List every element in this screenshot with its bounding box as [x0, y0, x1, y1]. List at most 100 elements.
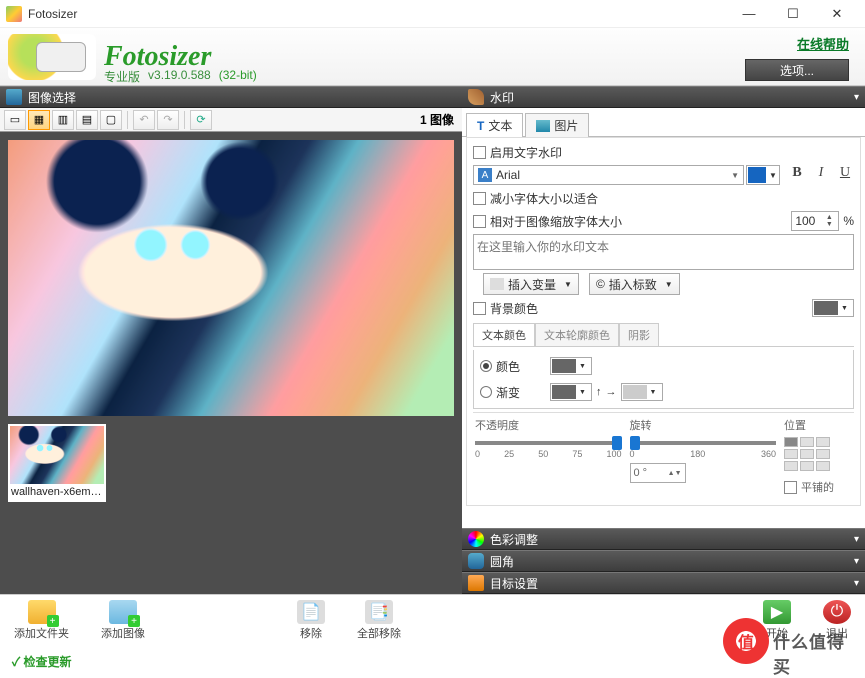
image-select-label: 图像选择 — [28, 89, 76, 106]
round-corner-header[interactable]: 圆角 ▾ — [462, 550, 865, 572]
add-folder-button[interactable]: 添加文件夹 — [14, 600, 69, 641]
gradient-radio[interactable] — [480, 386, 492, 398]
chevron-down-icon: ▾ — [854, 556, 859, 567]
position-group: 位置 平铺的 — [784, 417, 852, 497]
right-panel: 水印 ▾ T 文本 图片 启用文字水印 — [462, 86, 865, 594]
percent-label: % — [843, 214, 854, 228]
view-toolbar: ▭ ▦ ▥ ▤ ▢ ↶ ↷ ⟳ 1 图像 — [0, 108, 462, 132]
refresh-button[interactable]: ⟳ — [190, 110, 212, 130]
images-icon — [6, 89, 22, 105]
enable-text-watermark-checkbox[interactable] — [473, 146, 486, 159]
gradient-color1-picker[interactable]: ▼ — [550, 383, 592, 401]
opacity-group: 不透明度 0 25 50 75 100 — [475, 417, 622, 497]
scale-font-checkbox[interactable] — [473, 215, 486, 228]
close-button[interactable]: ✕ — [815, 0, 859, 28]
color-radio[interactable] — [480, 360, 492, 372]
view-thumb-button[interactable]: ▦ — [28, 110, 50, 130]
font-select[interactable]: A Arial ▼ — [473, 165, 744, 185]
start-button[interactable]: ▶ 开始 — [763, 600, 791, 641]
watermark-header[interactable]: 水印 ▾ — [462, 86, 865, 108]
copyright-icon: © — [596, 277, 605, 291]
image-select-header[interactable]: 图像选择 — [0, 86, 462, 108]
target-settings-header[interactable]: 目标设置 ▾ — [462, 572, 865, 594]
version-label: v3.19.0.588 — [148, 68, 211, 85]
insert-tag-button[interactable]: © 插入标致▼ — [589, 273, 680, 295]
tile-label: 平铺的 — [801, 479, 834, 495]
font-a-icon: A — [478, 168, 492, 182]
thumbnail-item[interactable]: wallhaven-x6em53.png — [8, 424, 106, 502]
remove-all-icon: 📑 — [365, 600, 393, 624]
folder-plus-icon — [28, 600, 56, 624]
bg-color-label: 背景颜色 — [490, 300, 808, 317]
arrow-up-icon: ↑ — [596, 386, 602, 398]
inner-tab-text-color[interactable]: 文本颜色 — [473, 323, 535, 346]
tile-checkbox[interactable] — [784, 481, 797, 494]
app-icon — [6, 6, 22, 22]
remove-button[interactable]: 📄 移除 — [297, 600, 325, 641]
maximize-button[interactable]: ☐ — [771, 0, 815, 28]
add-image-button[interactable]: 添加图像 — [101, 600, 145, 641]
remove-icon: 📄 — [297, 600, 325, 624]
rotate-slider[interactable] — [630, 441, 777, 445]
tab-image[interactable]: 图片 — [525, 113, 589, 137]
options-button[interactable]: 选项... — [745, 59, 849, 81]
minimize-button[interactable]: — — [727, 0, 771, 28]
undo-button[interactable]: ↶ — [133, 110, 155, 130]
rotate-group: 旋转 0 180 360 0 ° ▲▼ — [630, 417, 777, 497]
text-color-picker[interactable]: ▼ — [550, 357, 592, 375]
watermark-label: 水印 — [490, 89, 514, 106]
edition-label: 专业版 — [104, 68, 140, 85]
shrink-font-checkbox[interactable] — [473, 192, 486, 205]
power-icon: ⏻ — [823, 600, 851, 624]
swap-icon: → — [606, 386, 617, 398]
color-label: 颜色 — [496, 358, 546, 375]
view-detail-button[interactable]: ▤ — [76, 110, 98, 130]
watermark-text-input[interactable] — [473, 234, 854, 270]
large-preview[interactable] — [8, 140, 454, 416]
shrink-font-label: 减小字体大小以适合 — [490, 190, 598, 207]
chevron-down-icon: ▼ — [731, 171, 739, 180]
opacity-label: 不透明度 — [475, 417, 622, 433]
tab-text[interactable]: T 文本 — [466, 113, 523, 137]
play-icon: ▶ — [763, 600, 791, 624]
insert-variable-button[interactable]: 插入变量▼ — [483, 273, 579, 295]
chevron-down-icon: ▾ — [854, 92, 859, 103]
font-color-button[interactable]: ▼ — [746, 165, 780, 185]
underline-button[interactable]: U — [836, 165, 854, 185]
footer-toolbar: 添加文件夹 添加图像 📄 移除 📑 全部移除 ▶ 开始 ⏻ 退出 — [0, 594, 865, 646]
target-icon — [468, 575, 484, 591]
italic-button[interactable]: I — [812, 165, 830, 185]
rotate-label: 旋转 — [630, 417, 777, 433]
position-label: 位置 — [784, 417, 852, 433]
chevron-down-icon: ▾ — [854, 534, 859, 545]
font-scale-spinner[interactable]: 100 ▲▼ — [791, 211, 839, 231]
exit-button[interactable]: ⏻ 退出 — [823, 600, 851, 641]
remove-all-button[interactable]: 📑 全部移除 — [357, 600, 401, 641]
check-update-link[interactable]: 检查更新 — [12, 653, 72, 670]
left-panel: 图像选择 ▭ ▦ ▥ ▤ ▢ ↶ ↷ ⟳ 1 图像 wallhaven-x6em… — [0, 86, 462, 594]
bg-color-picker[interactable]: ▼ — [812, 299, 854, 317]
corner-icon — [468, 553, 484, 569]
opacity-slider[interactable] — [475, 441, 622, 445]
rotate-spinner[interactable]: 0 ° ▲▼ — [630, 463, 686, 483]
color-adjust-header[interactable]: 色彩调整 ▾ — [462, 528, 865, 550]
bg-color-checkbox[interactable] — [473, 302, 486, 315]
chevron-down-icon: ▾ — [854, 578, 859, 589]
bit-label: (32-bit) — [219, 68, 257, 85]
view-single-button[interactable]: ▢ — [100, 110, 122, 130]
preview-area: wallhaven-x6em53.png — [0, 132, 462, 594]
logo-image — [8, 34, 96, 80]
bold-button[interactable]: B — [788, 165, 806, 185]
font-name: Arial — [496, 168, 520, 182]
view-list-button[interactable]: ▭ — [4, 110, 26, 130]
text-icon: T — [477, 119, 484, 133]
enable-text-watermark-label: 启用文字水印 — [490, 144, 562, 161]
gradient-color2-picker[interactable]: ▼ — [621, 383, 663, 401]
titlebar: Fotosizer — ☐ ✕ — [0, 0, 865, 28]
view-grid-button[interactable]: ▥ — [52, 110, 74, 130]
inner-tab-shadow[interactable]: 阴影 — [619, 323, 659, 346]
position-grid[interactable] — [784, 437, 852, 471]
inner-tab-outline-color[interactable]: 文本轮廓颜色 — [535, 323, 619, 346]
redo-button[interactable]: ↷ — [157, 110, 179, 130]
online-help-link[interactable]: 在线帮助 — [797, 34, 849, 53]
